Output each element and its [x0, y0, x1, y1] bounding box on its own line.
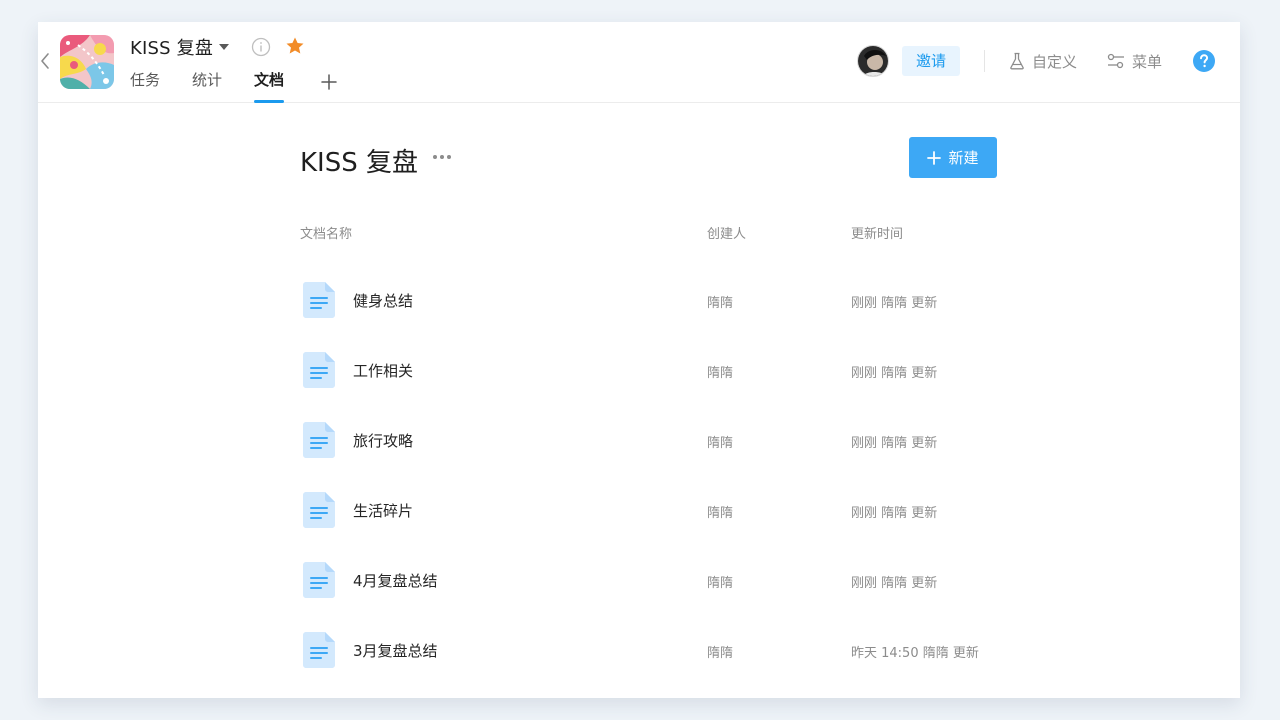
document-updated: 刚刚 隋隋 更新: [851, 506, 938, 521]
document-icon: [303, 492, 335, 528]
add-tab-icon[interactable]: [320, 73, 338, 91]
document-creator: 隋隋: [707, 576, 734, 591]
document-updated: 刚刚 隋隋 更新: [851, 296, 938, 311]
document-updated: 昨天 14:50 隋隋 更新: [851, 646, 979, 661]
document-creator: 隋隋: [707, 506, 734, 521]
new-document-button[interactable]: 新建: [909, 137, 997, 178]
avatar[interactable]: [856, 45, 889, 77]
plus-icon: [927, 150, 942, 165]
document-name: 旅行攻略: [353, 432, 414, 450]
caret-down-icon: [219, 44, 230, 50]
document-creator: 隋隋: [707, 436, 734, 451]
document-row[interactable]: 4月复盘总结 隋隋 刚刚 隋隋 更新: [300, 562, 1000, 632]
chevron-left-icon: [41, 53, 49, 69]
document-name: 4月复盘总结: [353, 572, 438, 590]
page-title: KISS 复盘: [300, 148, 418, 178]
tab-statistics[interactable]: 统计: [192, 68, 222, 103]
document-name: 工作相关: [353, 362, 414, 380]
document-row[interactable]: 工作相关 隋隋 刚刚 隋隋 更新: [300, 352, 1000, 422]
column-header-updated: 更新时间: [851, 227, 904, 242]
flask-icon: [1010, 52, 1024, 70]
project-cover-image[interactable]: [60, 35, 114, 89]
tab-documents[interactable]: 文档: [254, 68, 285, 103]
document-icon: [303, 422, 335, 458]
help-icon[interactable]: [1192, 49, 1216, 73]
document-row[interactable]: 旅行攻略 隋隋 刚刚 隋隋 更新: [300, 422, 1000, 492]
document-creator: 隋隋: [707, 646, 734, 661]
document-icon: [303, 632, 335, 668]
column-header-name: 文档名称: [300, 227, 353, 242]
document-icon: [303, 282, 335, 318]
invite-button[interactable]: 邀请: [901, 46, 960, 76]
document-icon: [303, 352, 335, 388]
sliders-icon: [1107, 53, 1124, 69]
project-switcher[interactable]: KISS 复盘: [130, 35, 230, 59]
document-creator: 隋隋: [707, 296, 734, 311]
more-icon[interactable]: [432, 154, 452, 160]
document-row[interactable]: 健身总结 隋隋 刚刚 隋隋 更新: [300, 282, 1000, 352]
document-updated: 刚刚 隋隋 更新: [851, 576, 938, 591]
document-row[interactable]: 生活碎片 隋隋 刚刚 隋隋 更新: [300, 492, 1000, 562]
customize-label: 自定义: [1031, 52, 1077, 71]
document-name: 3月复盘总结: [353, 642, 438, 660]
document-name: 生活碎片: [353, 502, 414, 520]
document-updated: 刚刚 隋隋 更新: [851, 436, 938, 451]
menu-button[interactable]: 菜单: [1107, 51, 1162, 72]
header-actions: 邀请 自定义 菜单: [856, 44, 1216, 78]
customize-button[interactable]: 自定义: [1009, 51, 1077, 72]
star-icon[interactable]: [285, 36, 305, 56]
document-row[interactable]: 3月复盘总结 隋隋 昨天 14:50 隋隋 更新: [300, 632, 1000, 702]
document-updated: 刚刚 隋隋 更新: [851, 366, 938, 381]
menu-label: 菜单: [1131, 52, 1162, 71]
new-button-label: 新建: [948, 149, 979, 167]
document-icon: [303, 562, 335, 598]
project-header: KISS 复盘 任务 统计 文档 邀请 自定义 菜单: [38, 22, 1240, 103]
document-name: 健身总结: [353, 292, 414, 310]
project-name: KISS 复盘: [130, 38, 214, 59]
back-button[interactable]: [38, 50, 52, 72]
column-header-creator: 创建人: [707, 227, 747, 242]
document-creator: 隋隋: [707, 366, 734, 381]
header-divider: [983, 50, 985, 72]
project-tabs: 任务 统计 文档: [130, 68, 337, 103]
tab-tasks[interactable]: 任务: [130, 68, 160, 103]
app-window: KISS 复盘 任务 统计 文档 邀请 自定义 菜单 KISS 复盘 新建 文档…: [38, 22, 1240, 698]
info-icon[interactable]: [251, 37, 271, 57]
